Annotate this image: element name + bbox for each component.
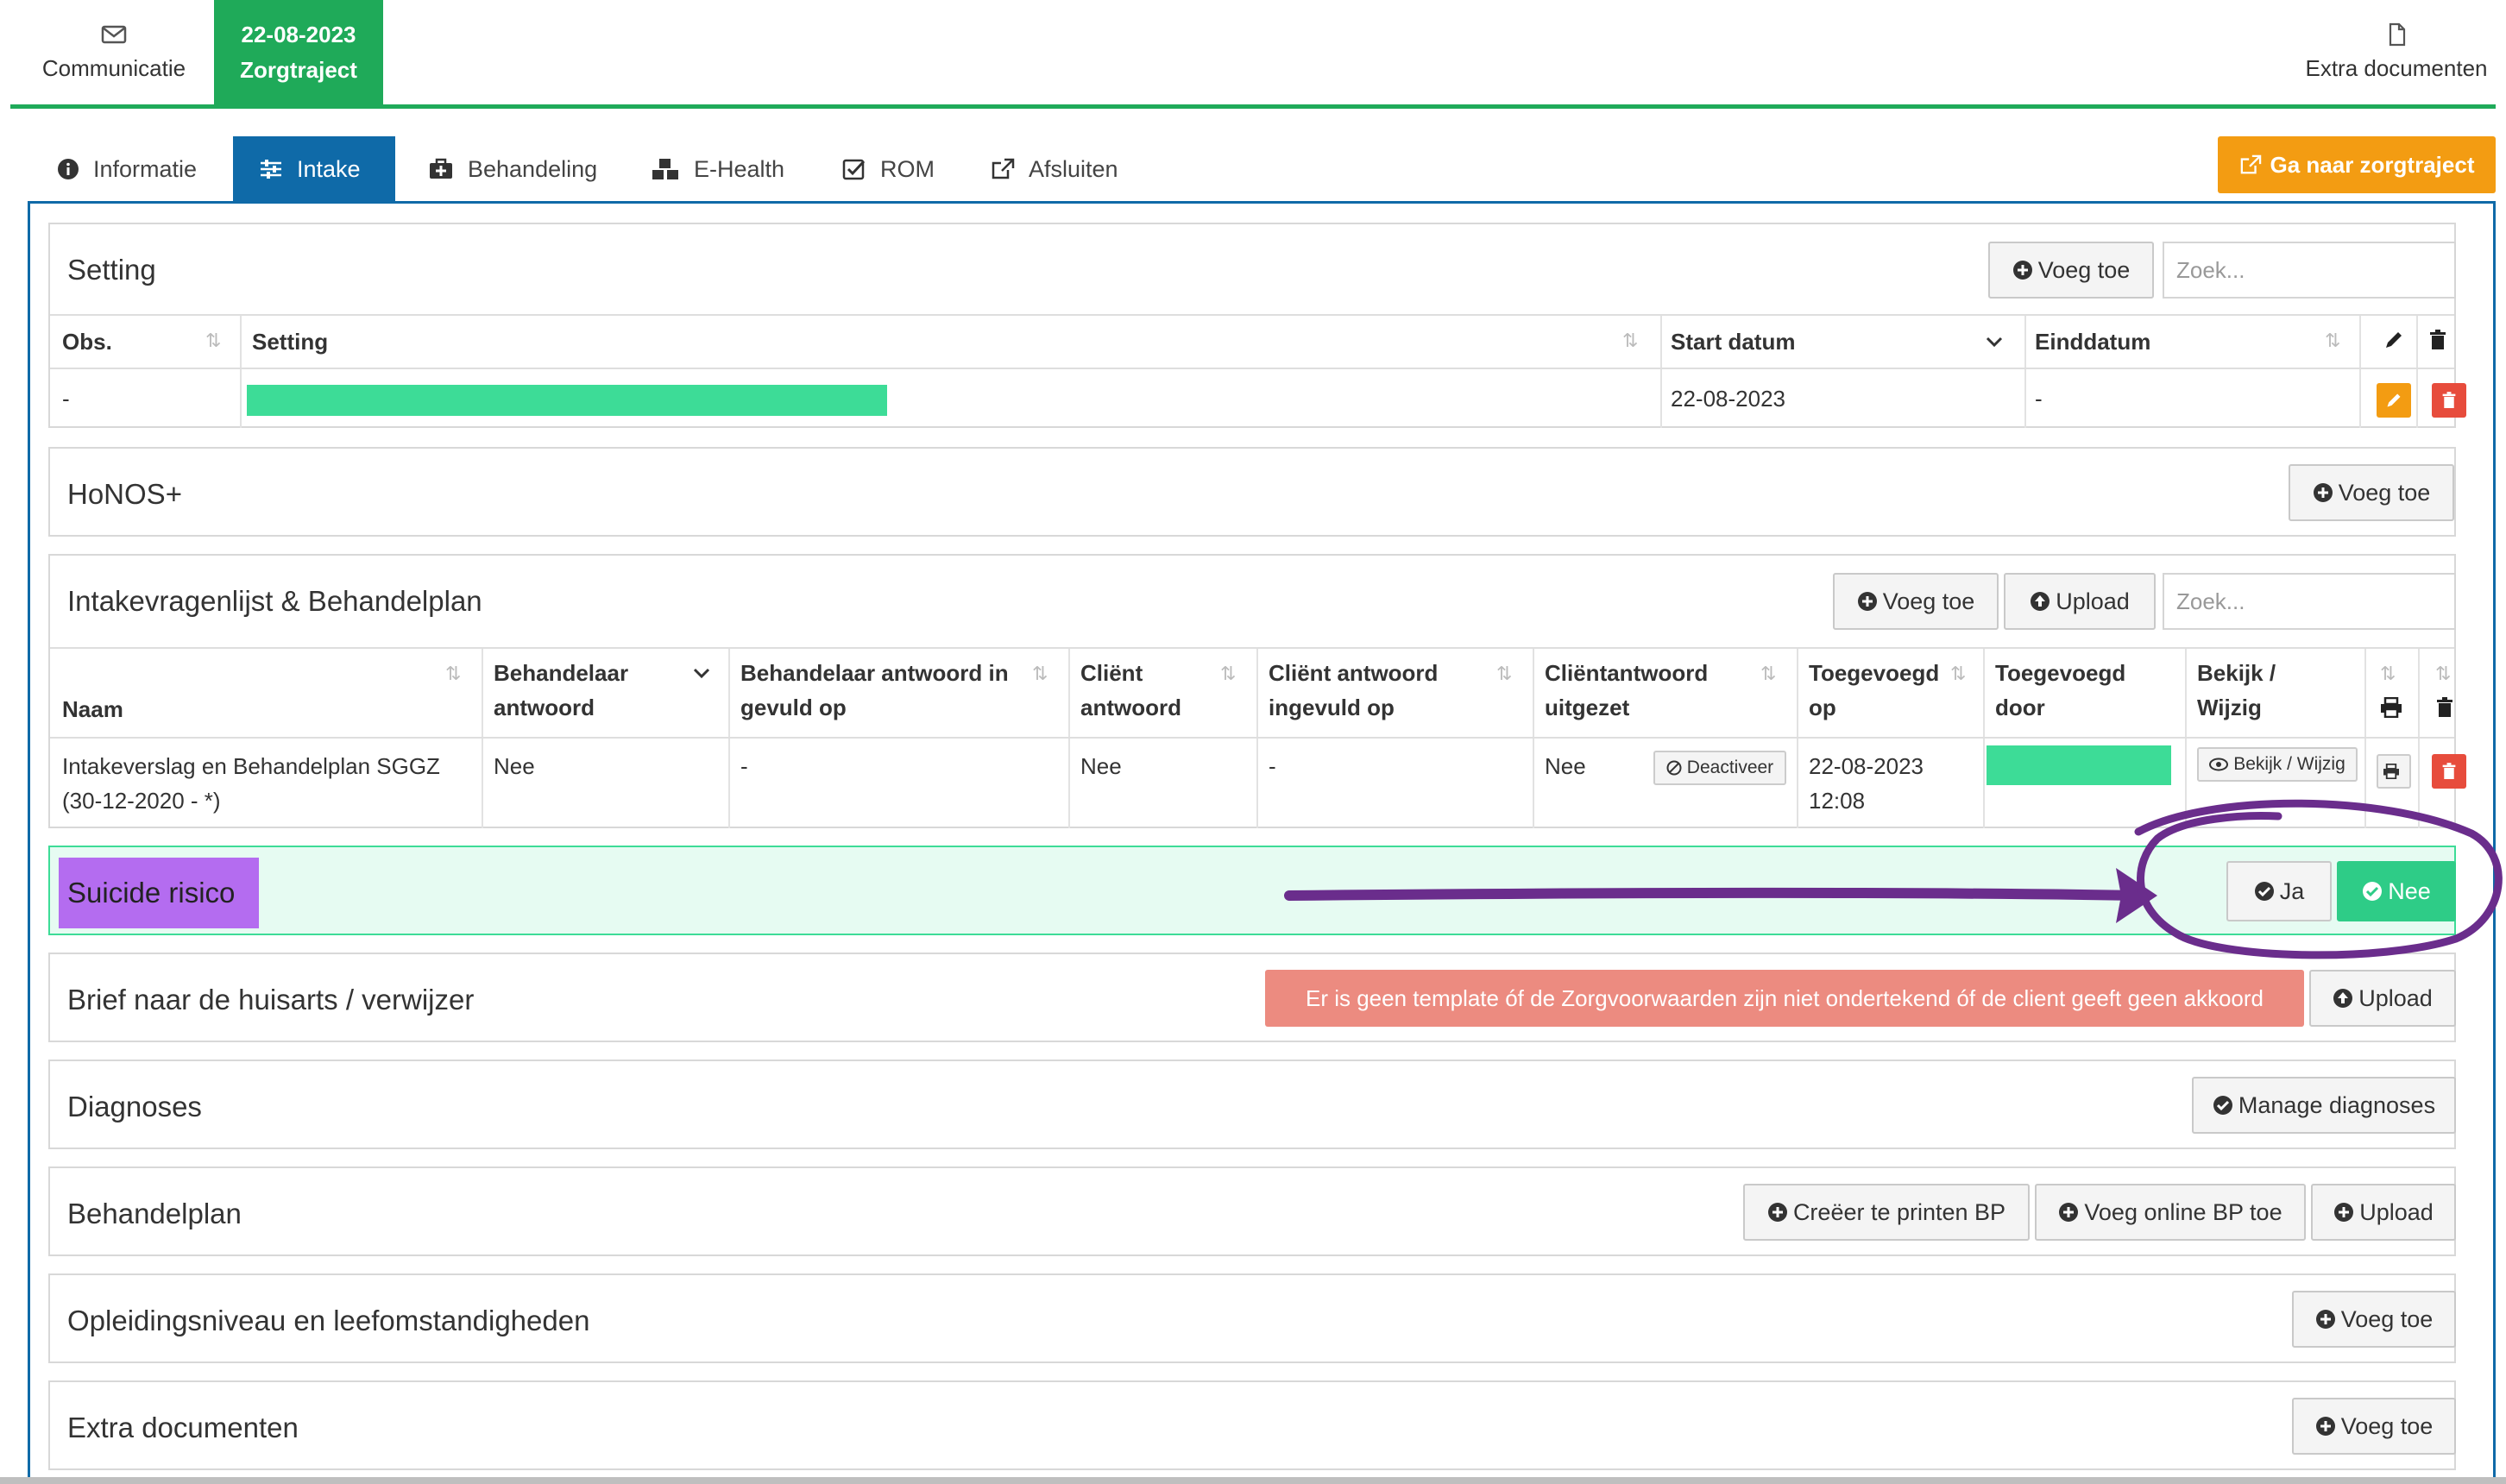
- annotation-circle: [2134, 799, 2503, 959]
- annotation-arrow: [1284, 868, 2157, 923]
- annotation-overlay: [1284, 799, 2503, 959]
